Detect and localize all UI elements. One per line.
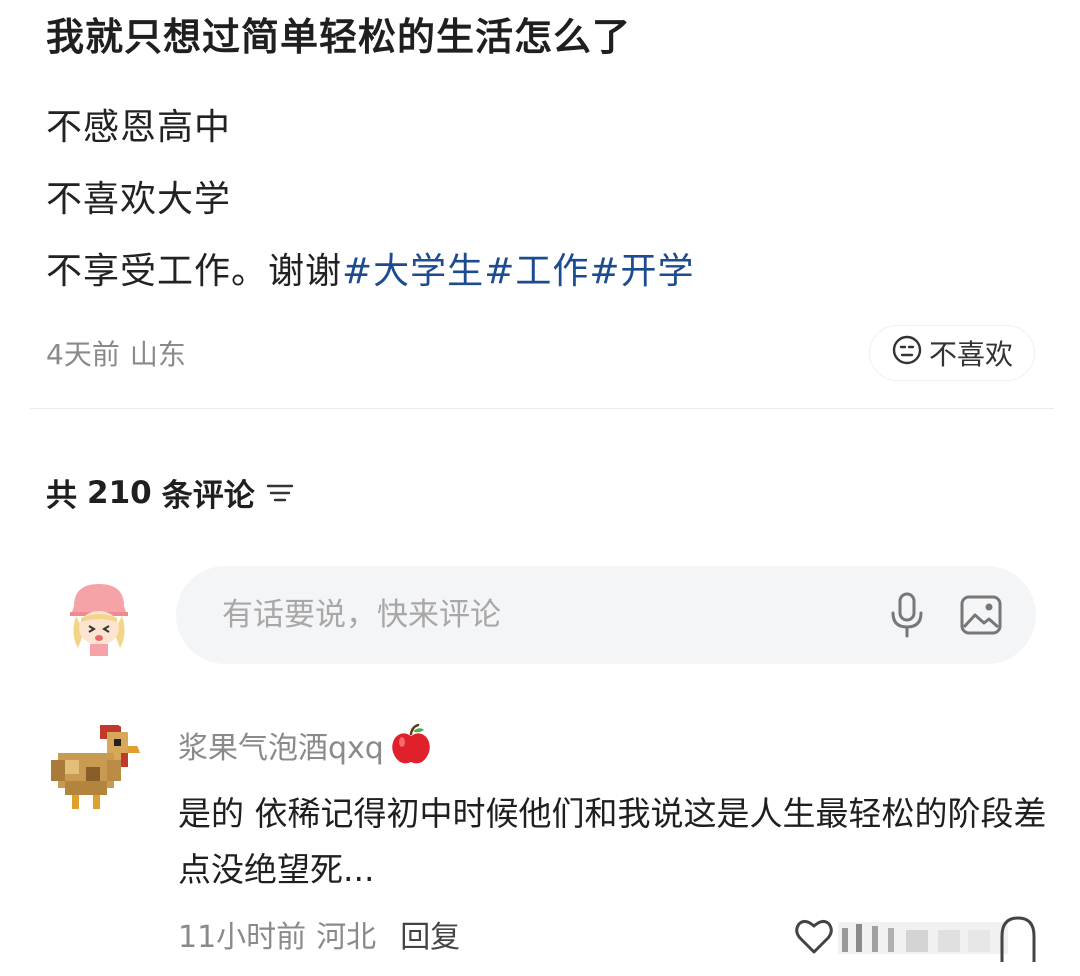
dislike-label: 不喜欢 [928, 338, 1013, 371]
divider [30, 408, 1054, 409]
reply-button[interactable]: 回复 [400, 920, 460, 955]
like-count-blurred [838, 918, 1008, 958]
comment-meta: 11小时前 河北 回复 [178, 912, 460, 956]
post-meta: 4天前 山东 [46, 333, 186, 373]
sort-filter-icon[interactable] [265, 480, 295, 506]
avatar[interactable] [44, 718, 142, 816]
post-line-3-text: 不享受工作。谢谢 [46, 251, 343, 292]
comment-input-bar[interactable] [176, 566, 1036, 664]
comment-username-row: 浆果气泡酒qxq [178, 722, 434, 768]
comment-input[interactable] [220, 596, 858, 634]
red-apple-emoji-icon [388, 722, 434, 768]
comment-count-number: 210 [87, 474, 152, 511]
neutral-face-icon [891, 334, 923, 373]
hashtag-kaixue[interactable]: #开学 [589, 251, 694, 292]
post-time: 4天前 [46, 338, 120, 371]
microphone-icon[interactable] [882, 590, 932, 640]
post-line-3: 不享受工作。谢谢#大学生#工作#开学 [46, 242, 695, 294]
hashtag-daxuesheng[interactable]: #大学生 [342, 251, 484, 292]
dislike-button[interactable]: 不喜欢 [870, 326, 1034, 380]
hashtag-gongzuo[interactable]: #工作 [484, 251, 589, 292]
comment-count-header: 共 210 条评论 [46, 470, 295, 515]
comment-count-suffix: 条评论 [161, 478, 255, 514]
comment-count-prefix: 共 [46, 478, 77, 514]
dislike-comment-icon[interactable] [996, 914, 1040, 964]
post-line-2: 不喜欢大学 [46, 179, 232, 220]
avatar[interactable] [56, 572, 142, 658]
comment-time: 11小时前 [178, 920, 307, 955]
image-icon[interactable] [956, 590, 1006, 640]
comment-username[interactable]: 浆果气泡酒qxq [178, 723, 384, 767]
comment-location: 河北 [316, 920, 377, 955]
comment-text: 是的 依稀记得初中时候他们和我说这是人生最轻松的阶段差点没绝望死... [178, 794, 1047, 889]
heart-icon[interactable] [792, 914, 836, 958]
post-line-1: 不感恩高中 [46, 107, 232, 148]
post-title: 我就只想过简单轻松的生活怎么了 [46, 15, 632, 59]
post-location: 山东 [129, 338, 186, 371]
